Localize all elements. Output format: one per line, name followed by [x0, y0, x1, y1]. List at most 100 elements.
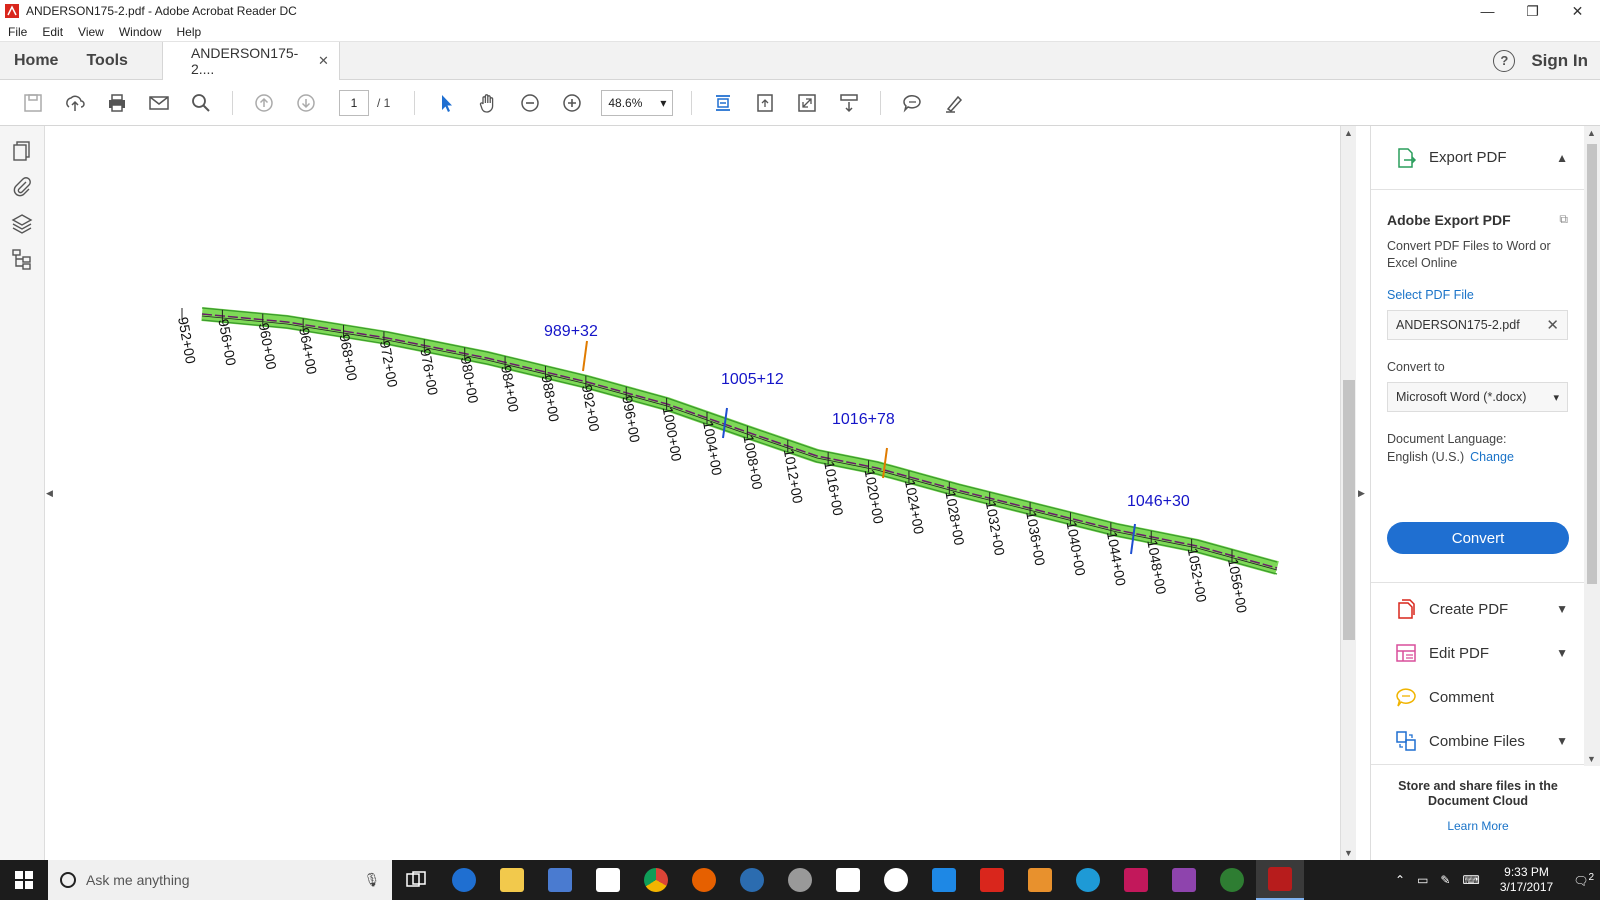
learn-more-link[interactable]: Learn More: [1371, 819, 1585, 833]
chevron-up-icon[interactable]: ▲: [1556, 151, 1568, 165]
notifications-icon[interactable]: 🗨2: [1573, 872, 1594, 888]
zoom-in-icon[interactable]: [557, 88, 587, 118]
sketchup-icon[interactable]: [968, 860, 1016, 900]
collapse-left-panel-icon[interactable]: ◀: [46, 488, 53, 499]
scrollbar-thumb[interactable]: [1343, 380, 1355, 640]
tab-home[interactable]: Home: [0, 42, 72, 79]
export-description: Convert PDF Files to Word or Excel Onlin…: [1387, 239, 1551, 270]
print-icon[interactable]: [102, 88, 132, 118]
globe-app-icon[interactable]: [776, 860, 824, 900]
zoom-select[interactable]: 48.6% ▾: [601, 89, 674, 116]
microphone-icon[interactable]: 🎙: [363, 872, 380, 888]
chrome-icon[interactable]: [632, 860, 680, 900]
save-icon[interactable]: [18, 88, 48, 118]
autocad-civil-icon[interactable]: [1208, 860, 1256, 900]
menu-help[interactable]: Help: [177, 25, 202, 39]
next-page-icon[interactable]: [291, 88, 321, 118]
internet-explorer-icon[interactable]: [1064, 860, 1112, 900]
show-hidden-icons-icon[interactable]: ⌃: [1395, 873, 1405, 887]
document-scrollbar[interactable]: ▲ ▼: [1340, 126, 1356, 860]
sign-in-button[interactable]: Sign In: [1531, 51, 1588, 71]
clock[interactable]: 9:33 PM 3/17/2017: [1486, 865, 1567, 895]
battery-icon[interactable]: ▭: [1417, 873, 1428, 887]
collapse-right-panel-icon[interactable]: ▶: [1358, 488, 1365, 499]
close-window-button[interactable]: ✕: [1555, 0, 1600, 22]
selected-file-field[interactable]: ANDERSON175-2.pdf ✕: [1387, 310, 1568, 340]
email-icon[interactable]: [144, 88, 174, 118]
full-screen-icon[interactable]: [792, 88, 822, 118]
windows-start-icon[interactable]: [0, 860, 48, 900]
file-explorer-icon[interactable]: [488, 860, 536, 900]
google-earth-icon[interactable]: [728, 860, 776, 900]
tool-edit-pdf-label: Edit PDF: [1429, 644, 1490, 662]
pane-scroll-up-icon[interactable]: ▲: [1587, 128, 1596, 138]
keyboard-icon[interactable]: ⌨: [1462, 873, 1479, 887]
help-icon[interactable]: ?: [1493, 49, 1516, 72]
scroll-down-icon[interactable]: ▼: [1344, 848, 1353, 858]
layers-icon[interactable]: [11, 212, 33, 234]
pane-scrollbar[interactable]: ▲ ▼: [1584, 126, 1600, 766]
select-pdf-file-link[interactable]: Select PDF File: [1387, 288, 1568, 302]
attachment-icon[interactable]: [11, 176, 33, 198]
fit-page-icon[interactable]: [708, 88, 738, 118]
scroll-up-icon[interactable]: ▲: [1344, 128, 1353, 138]
comment-icon[interactable]: [897, 88, 927, 118]
convert-to-select[interactable]: Microsoft Word (*.docx) ▾: [1387, 382, 1568, 412]
callout-marker: [582, 340, 588, 372]
pycharm-icon[interactable]: [920, 860, 968, 900]
qt-designer-icon[interactable]: [1160, 860, 1208, 900]
minimize-button[interactable]: —: [1465, 0, 1510, 22]
task-view-icon[interactable]: [392, 860, 440, 900]
export-pdf-title: Export PDF: [1429, 149, 1507, 166]
windows-store-icon[interactable]: [824, 860, 872, 900]
tool-combine-files[interactable]: Combine Files ▼: [1371, 719, 1584, 763]
copy-icon[interactable]: ⧉: [1559, 212, 1568, 228]
clear-file-icon[interactable]: ✕: [1546, 316, 1559, 334]
tool-edit-pdf[interactable]: Edit PDF ▼: [1371, 631, 1584, 675]
select-cursor-icon[interactable]: [431, 88, 461, 118]
hand-tool-icon[interactable]: [473, 88, 503, 118]
page-thumbnails-icon[interactable]: [11, 140, 33, 162]
visual-studio-icon[interactable]: [1112, 860, 1160, 900]
zoom-out-icon[interactable]: [515, 88, 545, 118]
export-pdf-header[interactable]: Export PDF ▲: [1371, 126, 1584, 190]
page-number-input[interactable]: 1: [339, 89, 369, 116]
cortana-search-box[interactable]: Ask me anything 🎙: [48, 860, 392, 900]
firefox-icon[interactable]: [680, 860, 728, 900]
acrobat-taskbar-icon[interactable]: [1256, 860, 1304, 900]
pane-scroll-down-icon[interactable]: ▼: [1587, 754, 1596, 764]
convert-button[interactable]: Convert: [1387, 522, 1569, 554]
content-tree-icon[interactable]: [11, 248, 33, 270]
menu-view[interactable]: View: [78, 25, 104, 39]
store-app-icon[interactable]: [584, 860, 632, 900]
change-language-link[interactable]: Change: [1470, 450, 1514, 464]
scroll-mode-icon[interactable]: [834, 88, 864, 118]
network-app-icon[interactable]: [536, 860, 584, 900]
pane-scrollbar-thumb[interactable]: [1587, 144, 1597, 584]
chevron-down-icon[interactable]: ▼: [1556, 734, 1568, 748]
clock-app-icon[interactable]: [872, 860, 920, 900]
chevron-down-icon: ▾: [1553, 391, 1559, 404]
upload-icon[interactable]: [60, 88, 90, 118]
chevron-down-icon[interactable]: ▼: [1556, 646, 1568, 660]
chevron-down-icon[interactable]: ▼: [1556, 602, 1568, 616]
close-tab-icon[interactable]: ✕: [318, 53, 329, 69]
edge-browser-icon[interactable]: [440, 860, 488, 900]
highlight-pen-icon[interactable]: [939, 88, 969, 118]
search-placeholder: Ask me anything: [86, 872, 190, 888]
tab-tools[interactable]: Tools: [72, 42, 141, 79]
search-icon[interactable]: [186, 88, 216, 118]
document-language-label: Document Language:: [1387, 432, 1507, 446]
rotate-icon[interactable]: [750, 88, 780, 118]
tool-create-pdf[interactable]: Create PDF ▼: [1371, 587, 1584, 631]
tab-document[interactable]: ANDERSON175-2.... ✕: [161, 42, 340, 80]
viewer-app-icon[interactable]: [1016, 860, 1064, 900]
tool-comment[interactable]: Comment: [1371, 675, 1584, 719]
document-canvas[interactable]: 952+00 956+00 960+00 964+00 968+00 972+00 976+…: [57, 126, 1340, 860]
pen-icon[interactable]: ✎: [1440, 873, 1450, 887]
menu-file[interactable]: File: [8, 25, 27, 39]
previous-page-icon[interactable]: [249, 88, 279, 118]
maximize-button[interactable]: ❐: [1510, 0, 1555, 22]
menu-edit[interactable]: Edit: [42, 25, 63, 39]
menu-window[interactable]: Window: [119, 25, 162, 39]
